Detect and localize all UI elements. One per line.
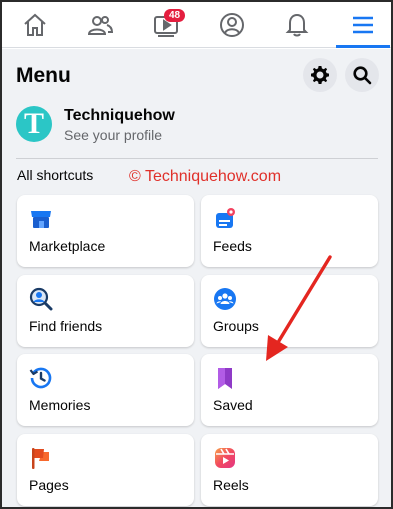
shortcut-label: Pages <box>29 477 69 493</box>
annotation-arrow <box>266 255 332 361</box>
pages-icon <box>29 446 53 470</box>
shortcut-memories[interactable]: Memories <box>17 354 194 426</box>
search-icon <box>353 66 372 85</box>
shortcut-marketplace[interactable]: Marketplace <box>17 195 194 267</box>
shortcut-label: Saved <box>213 397 253 413</box>
divider <box>16 158 378 159</box>
shortcut-label: Memories <box>29 397 91 413</box>
menu-icon[interactable] <box>349 11 377 39</box>
shortcut-label: Feeds <box>213 238 252 254</box>
shortcut-pages[interactable]: Pages <box>17 434 194 506</box>
notifications-icon[interactable] <box>283 11 311 39</box>
page-title: Menu <box>16 64 71 87</box>
friends-icon[interactable] <box>86 11 114 39</box>
shortcuts-heading: All shortcuts <box>17 167 94 183</box>
shortcut-label: Find friends <box>29 318 103 334</box>
home-icon[interactable] <box>21 11 49 39</box>
settings-button[interactable] <box>303 58 337 92</box>
app-frame: 48 Menu T Techniquehow See your profile … <box>0 0 393 509</box>
marketplace-icon <box>29 207 53 231</box>
profile-icon[interactable] <box>218 11 246 39</box>
watermark: © Techniquehow.com <box>129 168 282 185</box>
menu-content: Menu T Techniquehow See your profile All… <box>2 49 391 507</box>
shortcut-label: Marketplace <box>29 238 106 254</box>
top-nav-bar: 48 <box>2 2 391 48</box>
saved-icon <box>213 366 237 390</box>
shortcut-find-friends[interactable]: Find friends <box>17 275 194 347</box>
active-tab-indicator <box>336 45 390 48</box>
profile-name: Techniquehow <box>64 107 175 124</box>
search-button[interactable] <box>345 58 379 92</box>
gear-icon <box>311 66 329 84</box>
memories-icon <box>29 366 53 390</box>
shortcut-label: Reels <box>213 477 249 493</box>
shortcut-reels[interactable]: Reels <box>201 434 378 506</box>
profile-subtitle: See your profile <box>64 127 163 143</box>
watch-badge: 48 <box>164 9 186 22</box>
groups-icon <box>213 287 237 311</box>
reels-icon <box>213 446 237 470</box>
feeds-icon <box>213 207 237 231</box>
find-friends-icon <box>29 287 53 311</box>
avatar: T <box>16 106 52 142</box>
profile-link[interactable]: T Techniquehow See your profile <box>16 106 376 146</box>
